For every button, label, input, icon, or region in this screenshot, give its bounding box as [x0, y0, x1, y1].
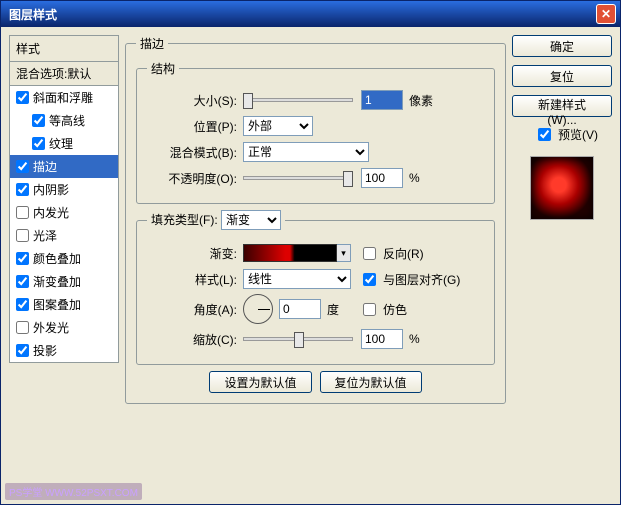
style-label: 纹理 [49, 135, 73, 152]
blend-options-item[interactable]: 混合选项:默认 [10, 62, 118, 86]
new-style-button[interactable]: 新建样式(W)... [512, 95, 612, 117]
ok-button[interactable]: 确定 [512, 35, 612, 57]
styles-list: 混合选项:默认斜面和浮雕等高线纹理描边内阴影内发光光泽颜色叠加渐变叠加图案叠加外… [9, 61, 119, 363]
style-label: 外发光 [33, 319, 69, 336]
filltype-label: 填充类型(F): [151, 213, 218, 227]
preview-checkbox-wrap[interactable]: 预览(V) [534, 125, 598, 144]
align-checkbox-wrap[interactable]: 与图层对齐(G) [359, 270, 460, 289]
gradient-label: 渐变: [147, 245, 237, 262]
preview-checkbox[interactable] [538, 128, 551, 141]
style-checkbox[interactable] [16, 183, 29, 196]
style-label: 等高线 [49, 112, 85, 129]
style-checkbox[interactable] [16, 160, 29, 173]
styles-header: 样式 [9, 35, 119, 61]
fill-legend: 填充类型(F): 渐变 [147, 210, 285, 230]
main-panel: 描边 结构 大小(S): 像素 位置(P): 外部 混合模式(B): [125, 35, 506, 496]
style-item[interactable]: 描边 [10, 155, 118, 178]
make-default-button[interactable]: 设置为默认值 [209, 371, 311, 393]
close-button[interactable]: ✕ [596, 4, 616, 24]
style-item[interactable]: 内发光 [10, 201, 118, 224]
scale-label: 缩放(C): [147, 331, 237, 348]
style-checkbox[interactable] [32, 114, 45, 127]
style-label: 图案叠加 [33, 296, 81, 313]
style-item[interactable]: 纹理 [10, 132, 118, 155]
style-label: 内发光 [33, 204, 69, 221]
structure-legend: 结构 [147, 60, 179, 77]
angle-unit: 度 [327, 301, 339, 318]
preview-thumbnail [530, 156, 594, 220]
structure-fieldset: 结构 大小(S): 像素 位置(P): 外部 混合模式(B): 正常 [136, 60, 495, 204]
styles-panel: 样式 混合选项:默认斜面和浮雕等高线纹理描边内阴影内发光光泽颜色叠加渐变叠加图案… [9, 35, 119, 496]
size-label: 大小(S): [147, 92, 237, 109]
opacity-unit: % [409, 171, 420, 185]
dither-checkbox-wrap[interactable]: 仿色 [359, 300, 407, 319]
window-title: 图层样式 [9, 6, 596, 23]
style-item[interactable]: 颜色叠加 [10, 247, 118, 270]
stroke-fieldset: 描边 结构 大小(S): 像素 位置(P): 外部 混合模式(B): [125, 35, 506, 404]
style-label: 光泽 [33, 227, 57, 244]
blendmode-label: 混合模式(B): [147, 144, 237, 161]
style-label: 描边 [33, 158, 57, 175]
scale-slider[interactable] [243, 337, 353, 341]
size-unit: 像素 [409, 92, 433, 109]
style-item[interactable]: 内阴影 [10, 178, 118, 201]
style-label: 样式(L): [147, 271, 237, 288]
cancel-button[interactable]: 复位 [512, 65, 612, 87]
blendmode-select[interactable]: 正常 [243, 142, 369, 162]
style-checkbox[interactable] [32, 137, 45, 150]
reverse-checkbox-wrap[interactable]: 反向(R) [359, 244, 424, 263]
scale-input[interactable] [361, 329, 403, 349]
reset-default-button[interactable]: 复位为默认值 [320, 371, 422, 393]
style-item[interactable]: 光泽 [10, 224, 118, 247]
reverse-checkbox[interactable] [363, 247, 376, 260]
style-checkbox[interactable] [16, 275, 29, 288]
opacity-input[interactable] [361, 168, 403, 188]
style-checkbox[interactable] [16, 252, 29, 265]
angle-label: 角度(A): [147, 301, 237, 318]
style-item[interactable]: 图案叠加 [10, 293, 118, 316]
style-label: 内阴影 [33, 181, 69, 198]
style-label: 斜面和浮雕 [33, 89, 93, 106]
dither-label: 仿色 [383, 301, 407, 318]
position-label: 位置(P): [147, 118, 237, 135]
style-item[interactable]: 投影 [10, 339, 118, 362]
stroke-legend: 描边 [136, 35, 168, 52]
titlebar: 图层样式 ✕ [1, 1, 620, 27]
reverse-label: 反向(R) [383, 245, 424, 262]
style-item[interactable]: 等高线 [10, 109, 118, 132]
position-select[interactable]: 外部 [243, 116, 313, 136]
style-label: 颜色叠加 [33, 250, 81, 267]
filltype-select[interactable]: 渐变 [221, 210, 281, 230]
style-checkbox[interactable] [16, 206, 29, 219]
gradient-dropdown[interactable]: ▾ [337, 244, 351, 262]
preview-label: 预览(V) [558, 126, 598, 143]
style-checkbox[interactable] [16, 298, 29, 311]
gradient-swatch[interactable] [243, 244, 337, 262]
angle-dial[interactable] [243, 294, 273, 324]
style-label: 渐变叠加 [33, 273, 81, 290]
align-checkbox[interactable] [363, 273, 376, 286]
style-checkbox[interactable] [16, 91, 29, 104]
opacity-slider[interactable] [243, 176, 353, 180]
watermark: PS学堂 WWW.52PSXT.COM [5, 483, 142, 500]
size-input[interactable] [361, 90, 403, 110]
style-checkbox[interactable] [16, 344, 29, 357]
style-checkbox[interactable] [16, 321, 29, 334]
fill-fieldset: 填充类型(F): 渐变 渐变: ▾ 反向(R) 样式(L): 线性 [136, 210, 495, 365]
scale-unit: % [409, 332, 420, 346]
style-checkbox[interactable] [16, 229, 29, 242]
right-panel: 确定 复位 新建样式(W)... 预览(V) [512, 35, 612, 496]
size-slider[interactable] [243, 98, 353, 102]
dither-checkbox[interactable] [363, 303, 376, 316]
style-item[interactable]: 斜面和浮雕 [10, 86, 118, 109]
style-item[interactable]: 渐变叠加 [10, 270, 118, 293]
align-label: 与图层对齐(G) [383, 271, 460, 288]
opacity-label: 不透明度(O): [147, 170, 237, 187]
style-item[interactable]: 外发光 [10, 316, 118, 339]
style-select[interactable]: 线性 [243, 269, 351, 289]
angle-input[interactable] [279, 299, 321, 319]
style-label: 投影 [33, 342, 57, 359]
